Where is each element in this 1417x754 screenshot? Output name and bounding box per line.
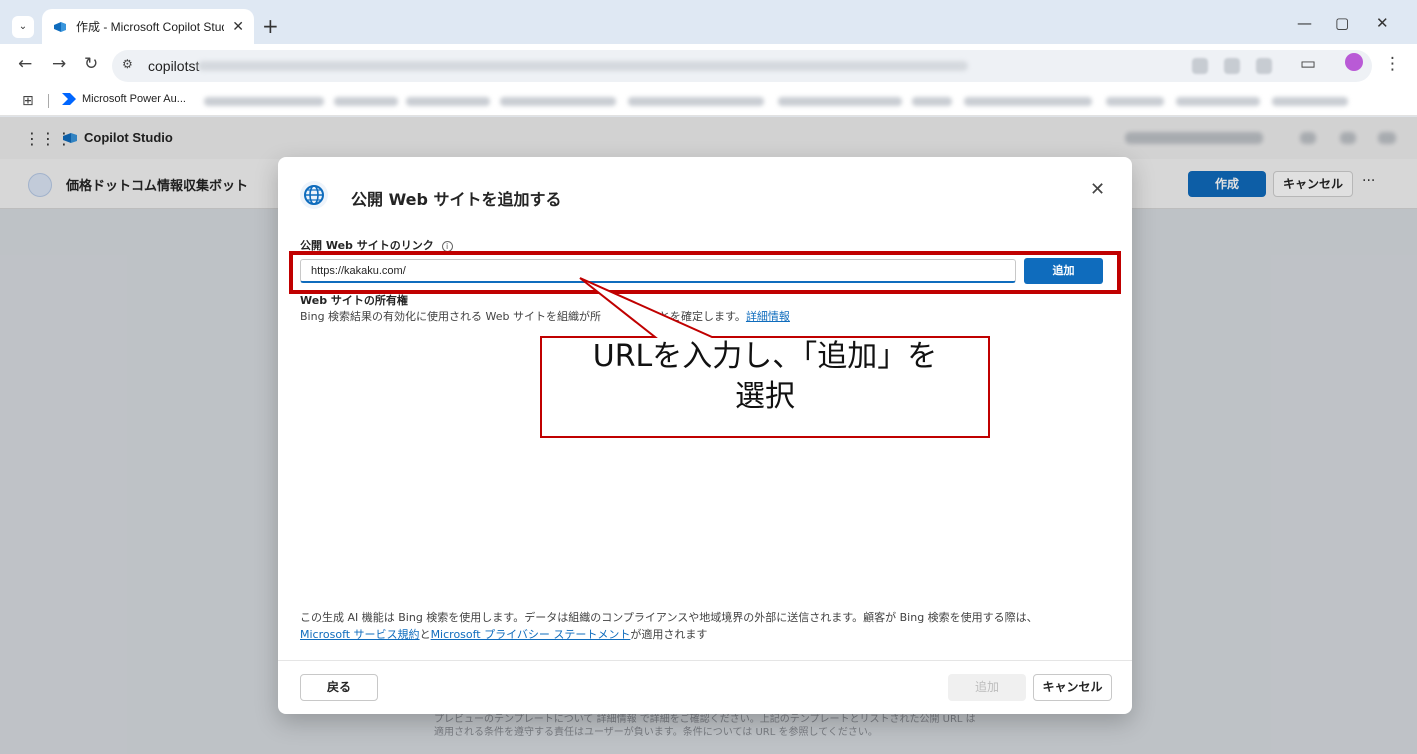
annotation-line-2: 選択 [735, 379, 795, 414]
annotation-callout-text: URLを入力し、「追加」を 選択 [541, 337, 989, 417]
annotation-line-1: URLを入力し、「追加」を [592, 339, 938, 374]
